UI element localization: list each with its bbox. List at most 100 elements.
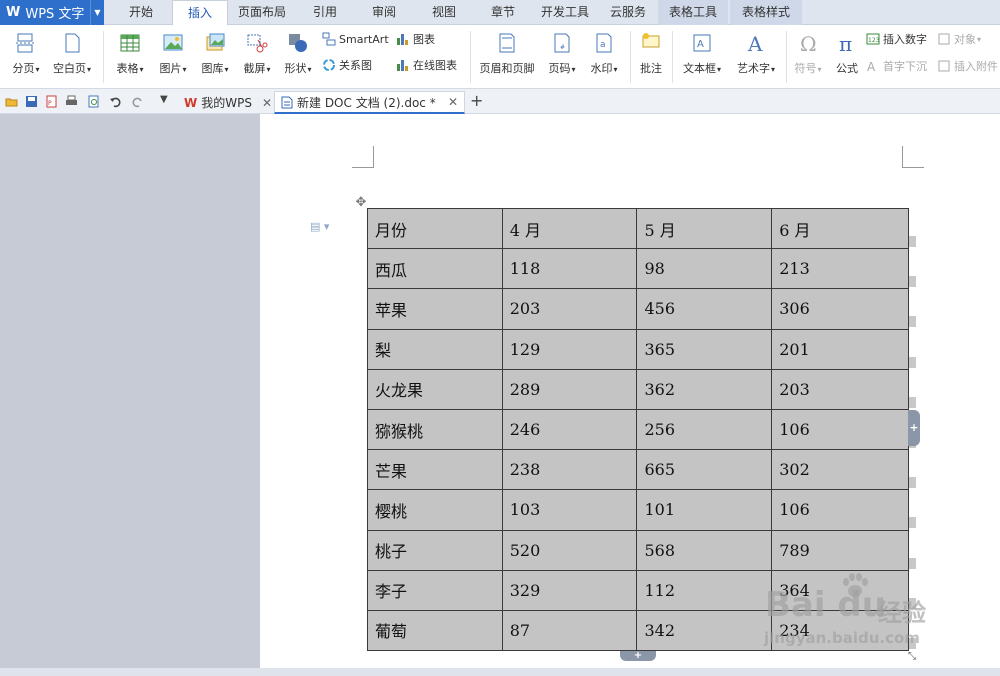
attachment-button[interactable]: 插入附件 bbox=[937, 56, 998, 76]
table-cell[interactable]: 520 bbox=[501, 529, 638, 571]
open-folder-icon[interactable] bbox=[5, 95, 18, 108]
textbox-button[interactable]: A 文本框▾ bbox=[678, 28, 726, 76]
undo-icon[interactable] bbox=[109, 95, 122, 108]
table-cell[interactable]: 李子 bbox=[367, 569, 503, 611]
tab-table-tools[interactable]: 表格工具 bbox=[658, 0, 728, 25]
new-tab-plus-icon[interactable]: + bbox=[470, 91, 483, 110]
paragraph-layout-icon[interactable]: ▤ ▾ bbox=[310, 220, 332, 234]
table-cell[interactable]: 789 bbox=[771, 529, 909, 571]
table-cell[interactable]: 芒果 bbox=[367, 449, 503, 491]
table-cell[interactable]: 246 bbox=[501, 408, 638, 451]
table-cell[interactable]: 106 bbox=[771, 489, 909, 531]
doc-tab-mywps[interactable]: W 我的WPS ✕ bbox=[178, 91, 278, 114]
app-menu-button[interactable]: W WPS 文字 ▼ bbox=[0, 0, 104, 25]
table-cell[interactable]: 118 bbox=[501, 248, 638, 290]
row-handle-mark[interactable] bbox=[909, 396, 916, 408]
add-column-plus-icon[interactable]: + bbox=[908, 410, 920, 446]
tab-cloud[interactable]: 云服务 bbox=[600, 0, 656, 25]
customize-dropdown-icon[interactable]: ▼ bbox=[160, 94, 168, 105]
table-cell[interactable]: 98 bbox=[636, 248, 773, 290]
header-footer-button[interactable]: 页眉和页脚 bbox=[476, 28, 538, 76]
watermark-button[interactable]: a 水印▾ bbox=[584, 28, 624, 76]
table-cell[interactable]: 568 bbox=[636, 529, 773, 571]
chevron-down-icon[interactable]: ▼ bbox=[90, 0, 104, 25]
table-cell[interactable]: 203 bbox=[501, 288, 638, 330]
add-row-plus-icon[interactable]: + bbox=[620, 651, 656, 661]
table-cell[interactable]: 256 bbox=[636, 408, 773, 451]
table-cell[interactable]: 129 bbox=[501, 328, 638, 370]
close-icon[interactable]: ✕ bbox=[262, 96, 272, 110]
table-header-cell[interactable]: 6 月 bbox=[771, 207, 909, 250]
row-handle-mark[interactable] bbox=[909, 477, 916, 489]
table-button[interactable]: 表格▾ bbox=[110, 28, 150, 76]
tab-home[interactable]: 开始 bbox=[112, 0, 170, 25]
tab-insert[interactable]: 插入 bbox=[172, 0, 228, 26]
table-cell[interactable]: 猕猴桃 bbox=[367, 408, 503, 451]
table-cell[interactable]: 106 bbox=[771, 408, 909, 451]
page-break-button[interactable]: 分页▾ bbox=[6, 28, 46, 76]
table-header-cell[interactable]: 5 月 bbox=[636, 207, 773, 250]
table-cell[interactable]: 213 bbox=[771, 248, 909, 290]
save-icon[interactable] bbox=[25, 95, 38, 108]
formula-button[interactable]: π 公式 bbox=[830, 28, 864, 76]
table-cell[interactable]: 桃子 bbox=[367, 529, 503, 571]
table-cell[interactable]: 302 bbox=[771, 449, 909, 491]
tab-references[interactable]: 引用 bbox=[298, 0, 352, 25]
row-handle-mark[interactable] bbox=[909, 316, 916, 328]
wordart-button[interactable]: A 艺术字▾ bbox=[732, 28, 780, 76]
table-cell[interactable]: 203 bbox=[771, 368, 909, 410]
shape-button[interactable]: 形状▾ bbox=[279, 28, 317, 76]
row-handle-mark[interactable] bbox=[909, 276, 916, 288]
table-cell[interactable]: 306 bbox=[771, 288, 909, 330]
print-icon[interactable] bbox=[65, 95, 78, 108]
table-cell[interactable]: 101 bbox=[636, 489, 773, 531]
relation-chart-button[interactable]: 关系图 bbox=[322, 55, 372, 75]
doc-tab-active-document[interactable]: 新建 DOC 文档 (2).doc * ✕ bbox=[274, 91, 465, 114]
symbol-button[interactable]: Ω 符号▾ bbox=[790, 28, 826, 76]
blank-page-button[interactable]: 空白页▾ bbox=[48, 28, 96, 76]
tab-sections[interactable]: 章节 bbox=[476, 0, 530, 25]
table-cell[interactable]: 665 bbox=[636, 449, 773, 491]
table-cell[interactable]: 238 bbox=[501, 449, 638, 491]
table-cell[interactable]: 289 bbox=[501, 368, 638, 410]
table-move-handle-icon[interactable]: ✥ bbox=[354, 196, 368, 210]
table-cell[interactable]: 樱桃 bbox=[367, 489, 503, 531]
insert-number-button[interactable]: 123 插入数字 bbox=[866, 29, 927, 49]
table-cell[interactable]: 火龙果 bbox=[367, 368, 503, 410]
tab-page-layout[interactable]: 页面布局 bbox=[230, 0, 294, 25]
gallery-button[interactable]: 图库▾ bbox=[195, 28, 235, 76]
table-cell[interactable]: 365 bbox=[636, 328, 773, 370]
object-button[interactable]: 对象 ▾ bbox=[937, 29, 981, 49]
tab-review[interactable]: 审阅 bbox=[356, 0, 412, 25]
table-header-cell[interactable]: 4 月 bbox=[501, 207, 638, 250]
table-cell[interactable]: 329 bbox=[501, 569, 638, 611]
table-cell[interactable]: 103 bbox=[501, 489, 638, 531]
table-header-cell[interactable]: 月份 bbox=[367, 207, 503, 250]
table-cell[interactable]: 342 bbox=[636, 609, 773, 652]
table-cell[interactable]: 葡萄 bbox=[367, 609, 503, 652]
table-cell[interactable]: 201 bbox=[771, 328, 909, 370]
tab-table-style[interactable]: 表格样式 bbox=[730, 0, 802, 25]
table-cell[interactable]: 苹果 bbox=[367, 288, 503, 330]
row-handle-mark[interactable] bbox=[909, 557, 916, 569]
redo-icon[interactable] bbox=[131, 95, 144, 108]
smartart-button[interactable]: SmartArt bbox=[322, 29, 389, 49]
print-preview-icon[interactable] bbox=[87, 95, 100, 108]
export-pdf-icon[interactable]: P bbox=[45, 95, 58, 108]
table-cell[interactable]: 112 bbox=[636, 569, 773, 611]
comment-button[interactable]: 批注 bbox=[634, 28, 668, 76]
table-cell[interactable]: 362 bbox=[636, 368, 773, 410]
dropcap-button[interactable]: A 首字下沉 bbox=[866, 56, 927, 76]
row-handle-mark[interactable] bbox=[909, 236, 916, 247]
page-number-button[interactable]: # 页码▾ bbox=[542, 28, 582, 76]
screenshot-button[interactable]: 截屏▾ bbox=[237, 28, 277, 76]
chart-button[interactable]: 图表 bbox=[396, 29, 435, 49]
table-cell[interactable]: 梨 bbox=[367, 328, 503, 370]
tab-view[interactable]: 视图 bbox=[416, 0, 472, 25]
row-handle-mark[interactable] bbox=[909, 517, 916, 529]
table-cell[interactable]: 87 bbox=[501, 609, 638, 652]
tab-developer[interactable]: 开发工具 bbox=[532, 0, 598, 25]
picture-button[interactable]: 图片▾ bbox=[153, 28, 193, 76]
online-chart-button[interactable]: 在线图表 bbox=[396, 55, 457, 75]
table-cell[interactable]: 西瓜 bbox=[367, 248, 503, 290]
